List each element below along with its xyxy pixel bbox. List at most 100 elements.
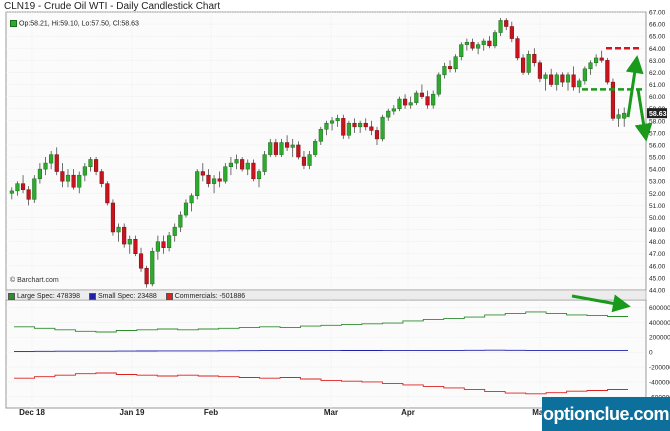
candle-body [43, 162, 48, 170]
candle-body [594, 57, 599, 64]
candle-body [206, 174, 211, 184]
price-tick-label: 44.00 [649, 288, 666, 295]
cot-legend: Large Spec: 478398 Small Spec: 23488 Com… [8, 293, 252, 300]
candle-body [436, 74, 441, 95]
x-label-dec: Dec 18 [19, 408, 45, 417]
candle-body [262, 154, 267, 172]
candle-body [127, 238, 132, 245]
candle-body [138, 253, 144, 269]
candle-body [217, 178, 222, 182]
candle-body [492, 32, 498, 47]
price-tick-label: 62.00 [649, 70, 666, 77]
candle-body [504, 20, 509, 27]
candle-body [65, 174, 71, 182]
candle-body [386, 110, 391, 118]
candle-body [419, 92, 425, 97]
price-tick-label: 61.00 [649, 82, 666, 89]
legend-commercials-value: -501886 [219, 293, 246, 301]
candle-body [470, 41, 475, 49]
candle-body [520, 57, 526, 73]
candle-body [487, 40, 492, 47]
candle-body [391, 108, 396, 112]
candle-body [71, 174, 76, 188]
legend-small-spec-name: Small Spec [98, 293, 134, 301]
chart-canvas: 44.00 45.00 46.00 47.00 48.00 49.00 50.00 51.00… [5, 10, 670, 409]
candle-body [49, 154, 54, 164]
candle-body [509, 26, 514, 39]
candle-body [172, 226, 177, 236]
candle-body [431, 93, 436, 106]
price-tick-label: 51.00 [649, 203, 666, 210]
candle-body [105, 183, 110, 204]
candle-body [251, 162, 256, 180]
price-tick-label: 53.00 [649, 179, 666, 186]
candle-body [167, 235, 172, 248]
legend-large-spec-value: 478398 [56, 293, 81, 301]
candle-body [116, 226, 121, 233]
legend-small-spec: Small Spec: 23488 [89, 293, 157, 300]
last-price-label: 58.63 [649, 111, 667, 118]
price-tick-label: 48.00 [649, 239, 666, 246]
legend-large-spec: Large Spec: 478398 [8, 293, 80, 300]
candle-body [234, 159, 239, 164]
candle-body [476, 44, 481, 49]
candle-body [54, 154, 59, 172]
candle-body [324, 122, 329, 130]
price-tick-label: 56.00 [649, 142, 666, 149]
price-tick-label: 47.00 [649, 251, 666, 258]
candle-body [9, 190, 14, 194]
legend-commercials: Commercials: -501886 [165, 293, 246, 301]
candle-body [459, 44, 464, 57]
candle-body [442, 66, 447, 76]
candle-body [189, 195, 194, 204]
legend-large-spec-name: Large Spec [17, 293, 53, 301]
candle-body [32, 178, 37, 200]
candle-body [285, 142, 290, 148]
candle-body [240, 159, 245, 170]
price-tick-label: 54.00 [649, 167, 666, 174]
legend-commercials-name: Commercials [174, 293, 216, 301]
candle-body [318, 128, 323, 142]
candle-body [397, 98, 402, 109]
ohlc-values: Op:58.21, Hi:59.10, Lo:57.50, Cl:58.63 [19, 20, 139, 28]
candle-body [77, 174, 82, 188]
candle-body [481, 40, 486, 45]
candle-body [88, 159, 93, 167]
candle-body [223, 166, 228, 182]
x-label-mar: Mar [323, 408, 339, 417]
price-tick-label: 55.00 [649, 155, 666, 162]
candle-body [498, 20, 503, 33]
candle-body [526, 54, 531, 73]
candle-body [256, 171, 262, 180]
candle-body [447, 66, 453, 70]
candle-body [155, 241, 160, 252]
candle-body [133, 238, 138, 254]
candle-body [588, 62, 593, 70]
candle-body [94, 159, 99, 172]
ohlc-readout: Op:58.21, Hi:59.10, Lo:57.50, Cl:58.63 [10, 20, 139, 27]
candle-body [363, 122, 368, 128]
candle-body [352, 122, 357, 128]
price-tick-label: 66.00 [649, 22, 666, 29]
legend-small-spec-value: 23488 [137, 293, 157, 301]
price-tick-label: 58.00 [649, 118, 666, 125]
candle-body [577, 80, 582, 88]
cot-tick-label: -400000 [649, 379, 670, 386]
candle-body [268, 142, 273, 155]
candle-body [616, 114, 621, 119]
candle-body [408, 102, 413, 106]
cot-tick-label: 200000 [649, 335, 670, 342]
legend-large-spec-swatch [8, 293, 15, 300]
price-tick-label: 49.00 [649, 227, 666, 234]
candle-body [622, 112, 627, 119]
candle-body [211, 178, 217, 184]
candle-body [414, 92, 419, 103]
candle-body [532, 54, 537, 64]
cot-tick-label: 400000 [649, 320, 670, 327]
candle-body [99, 171, 104, 184]
candle-body [335, 118, 340, 122]
candle-body [610, 81, 616, 119]
candle-body [307, 154, 312, 166]
legend-small-spec-swatch [89, 293, 97, 300]
price-tick-label: 65.00 [649, 34, 666, 41]
